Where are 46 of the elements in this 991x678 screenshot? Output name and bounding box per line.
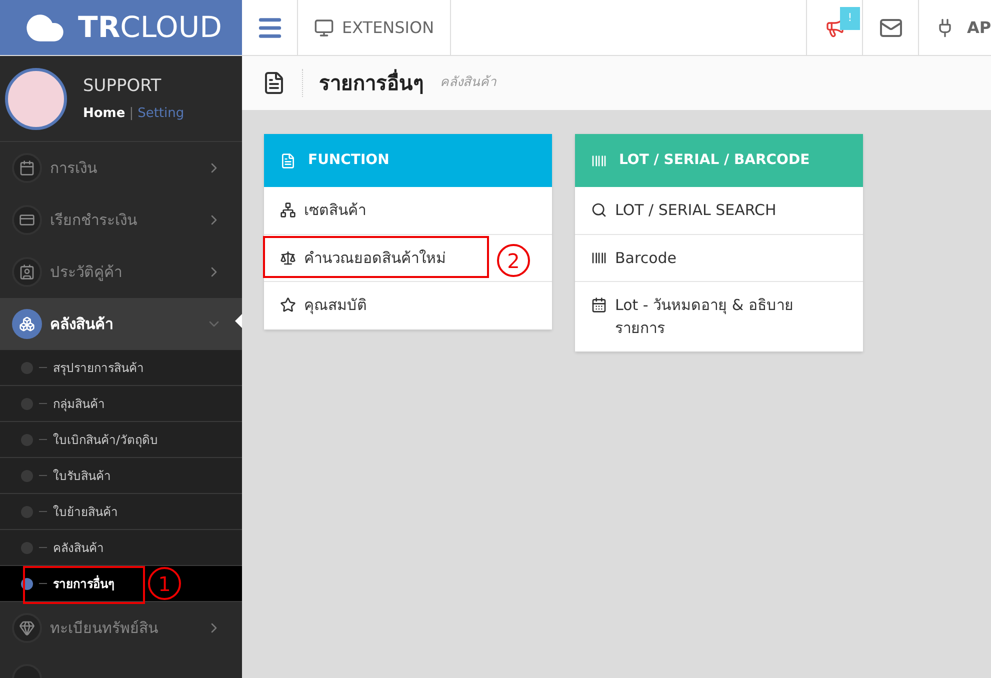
- step-number: 2: [497, 244, 530, 277]
- brand-logo: TRCLOUD: [78, 13, 222, 42]
- card-link[interactable]: LOT / SERIAL SEARCH: [575, 187, 863, 234]
- user-name: SUPPORT: [83, 75, 162, 98]
- link-separator: |: [129, 104, 134, 122]
- sidebar-item[interactable]: การเงิน: [0, 142, 242, 194]
- step-number: 1: [148, 567, 181, 600]
- page-title: รายการอื่นๆ: [319, 68, 424, 97]
- breadcrumb: คลังสินค้า: [440, 74, 496, 92]
- contact-card-icon: [19, 264, 35, 280]
- apps-button[interactable]: AP: [918, 0, 991, 55]
- calendar-icon: [19, 160, 35, 176]
- sidebar-subitem[interactable]: คลังสินค้า: [0, 530, 242, 566]
- card-link[interactable]: คุณสมบัติ: [264, 282, 552, 330]
- sidebar-item[interactable]: เรียกชำระเงิน: [0, 194, 242, 246]
- barcode-icon: [591, 250, 607, 266]
- sidebar-item[interactable]: คลังสินค้า: [0, 298, 242, 350]
- document-icon: [262, 71, 286, 95]
- sidebar-subitem[interactable]: กลุ่มสินค้า: [0, 386, 242, 422]
- home-link[interactable]: Home: [83, 104, 126, 123]
- sidebar-subitem[interactable]: ใบรับสินค้า: [0, 458, 242, 494]
- gem-icon: [19, 620, 35, 636]
- star-icon: [280, 297, 296, 313]
- scale-icon: [280, 250, 296, 266]
- card-link[interactable]: เซตสินค้า: [264, 187, 552, 234]
- card-link[interactable]: Lot - วันหมดอายุ & อธิบายรายการ: [575, 282, 863, 352]
- sidebar-item[interactable]: ประวัติคู่ค้า: [0, 246, 242, 298]
- document-icon: [280, 152, 296, 168]
- megaphone-icon: [824, 18, 844, 38]
- hierarchy-icon: [280, 202, 296, 218]
- active-pointer: [235, 314, 242, 328]
- card-title: LOT / SERIAL / BARCODE: [619, 151, 810, 170]
- card-title: FUNCTION: [308, 151, 390, 170]
- sidebar-subitem[interactable]: สรุปรายการสินค้า: [0, 350, 242, 386]
- barcode-icon: [591, 152, 607, 168]
- boxes-icon: [19, 316, 35, 332]
- credit-card-icon: [19, 212, 35, 228]
- sidebar-subitem[interactable]: ใบเบิกสินค้า/วัตถุดิบ: [0, 422, 242, 458]
- notification-badge: !: [840, 7, 860, 30]
- sidebar-subitem[interactable]: ใบย้ายสินค้า: [0, 494, 242, 530]
- sidebar-item[interactable]: ทะเบียนทรัพย์สิน: [0, 602, 242, 654]
- extension-button[interactable]: EXTENSION: [298, 0, 452, 55]
- search-icon: [591, 202, 607, 218]
- monitor-icon: [314, 18, 334, 38]
- calendar-icon: [591, 297, 607, 313]
- card-link[interactable]: Barcode: [575, 234, 863, 282]
